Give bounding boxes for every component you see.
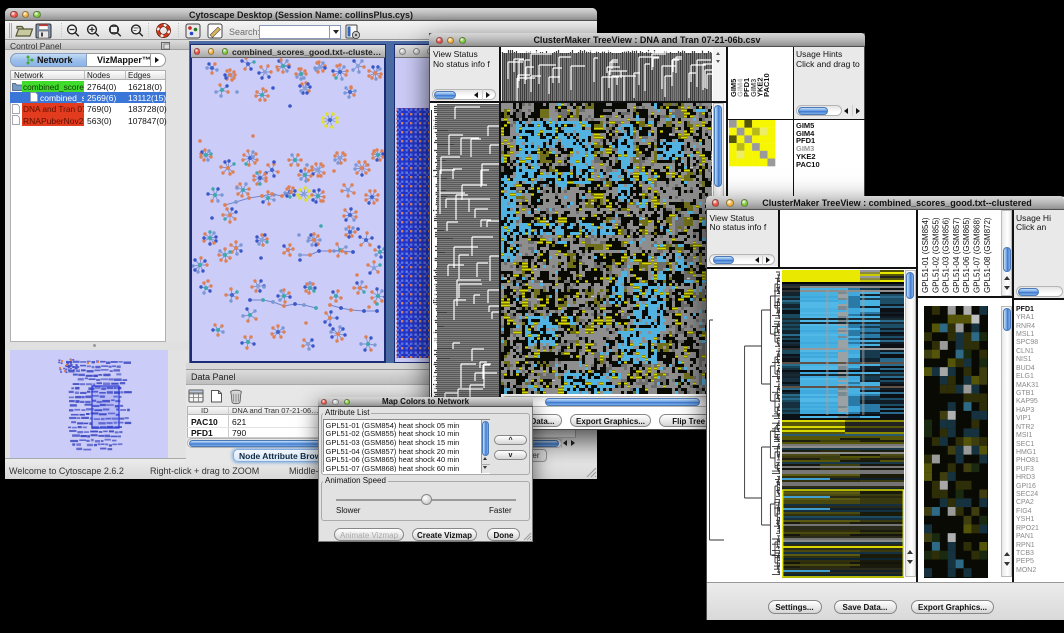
svg-text:GPL51-08 (GSM872): GPL51-08 (GSM872) [983, 217, 992, 293]
svg-text:GPL51-06 (GSM865): GPL51-06 (GSM865) [962, 217, 971, 293]
svg-text:GPL51-01 (GSM854): GPL51-01 (GSM854) [921, 217, 930, 293]
svg-text:GPL51-04 (GSM857): GPL51-04 (GSM857) [952, 217, 961, 293]
svg-text:GPL51-03 (GSM856): GPL51-03 (GSM856) [942, 217, 951, 293]
svg-text:PAC10: PAC10 [762, 73, 771, 97]
svg-text:GPL51-07 (GSM868): GPL51-07 (GSM868) [973, 217, 982, 293]
svg-text:GPL51-02 (GSM855): GPL51-02 (GSM855) [931, 217, 940, 293]
